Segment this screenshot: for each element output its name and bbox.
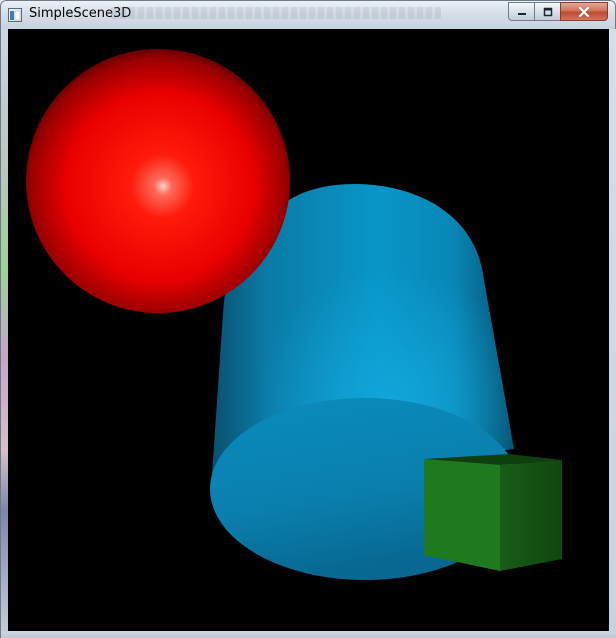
title-bar[interactable]: SimpleScene3D (1, 1, 615, 29)
maximize-icon (543, 7, 552, 16)
app-window: SimpleScene3D (0, 0, 616, 638)
maximize-button[interactable] (534, 2, 561, 21)
window-right-border (609, 29, 616, 631)
minimize-icon (517, 12, 526, 15)
app-window-icon (8, 7, 22, 22)
3d-viewport[interactable] (8, 29, 609, 631)
close-button[interactable] (560, 2, 608, 21)
title-bar-background (111, 7, 441, 19)
window-bottom-border (1, 631, 616, 638)
minimize-button[interactable] (508, 2, 535, 21)
cube-object (424, 454, 562, 571)
scene-canvas (8, 29, 609, 631)
sphere-object (26, 49, 290, 313)
close-icon (578, 6, 590, 17)
window-left-border (1, 29, 8, 631)
